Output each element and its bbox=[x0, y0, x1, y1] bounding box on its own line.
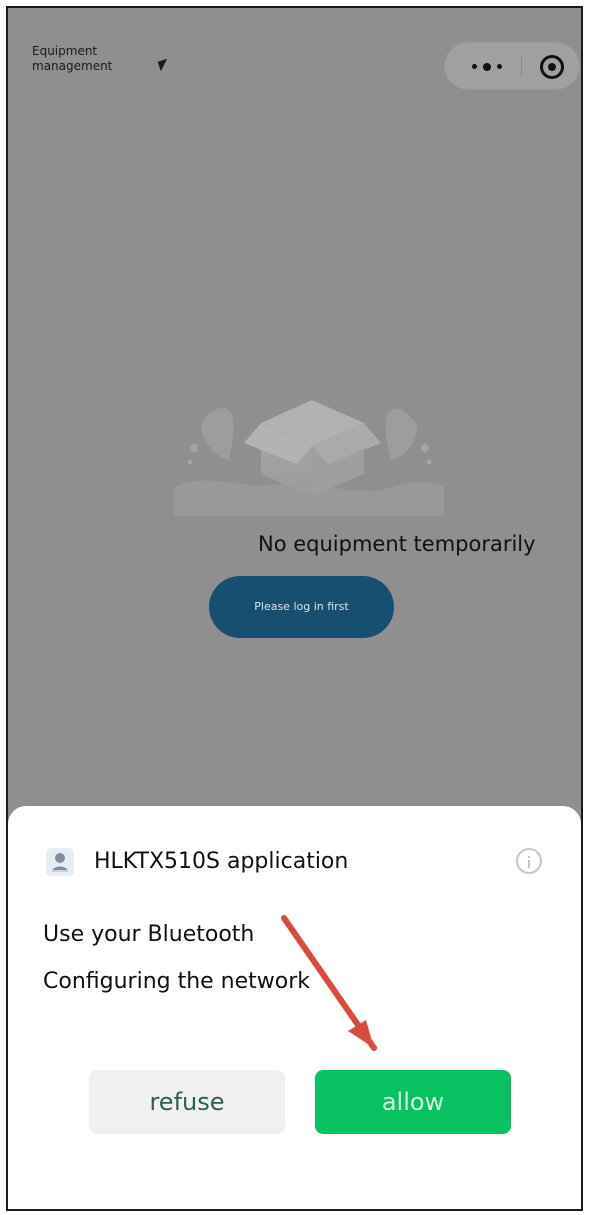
refuse-button[interactable]: refuse bbox=[89, 1070, 285, 1134]
login-button[interactable]: Please log in first bbox=[209, 576, 394, 638]
target-icon[interactable] bbox=[540, 55, 564, 79]
page-title: Equipment management bbox=[32, 44, 113, 73]
permission-item: Use your Bluetooth bbox=[43, 922, 255, 947]
app-avatar-icon bbox=[46, 848, 74, 876]
app-row: HLKTX510S application bbox=[46, 846, 546, 878]
more-icon[interactable] bbox=[465, 56, 513, 76]
allow-button[interactable]: allow bbox=[315, 1070, 511, 1134]
screen-frame: Equipment management No equipment tempor… bbox=[6, 6, 583, 1211]
empty-box-illustration bbox=[174, 400, 444, 516]
title-dropdown-icon bbox=[157, 58, 171, 72]
empty-state-text: No equipment temporarily bbox=[258, 532, 536, 556]
permission-item: Configuring the network bbox=[43, 969, 311, 994]
permission-app-name: HLKTX510S application bbox=[94, 849, 349, 874]
top-bar: Equipment management bbox=[8, 8, 581, 100]
info-icon[interactable] bbox=[516, 848, 542, 874]
permission-sheet: HLKTX510S application Use your Bluetooth… bbox=[8, 806, 581, 1209]
mini-program-capsule[interactable] bbox=[444, 42, 580, 90]
capsule-divider bbox=[521, 55, 522, 77]
